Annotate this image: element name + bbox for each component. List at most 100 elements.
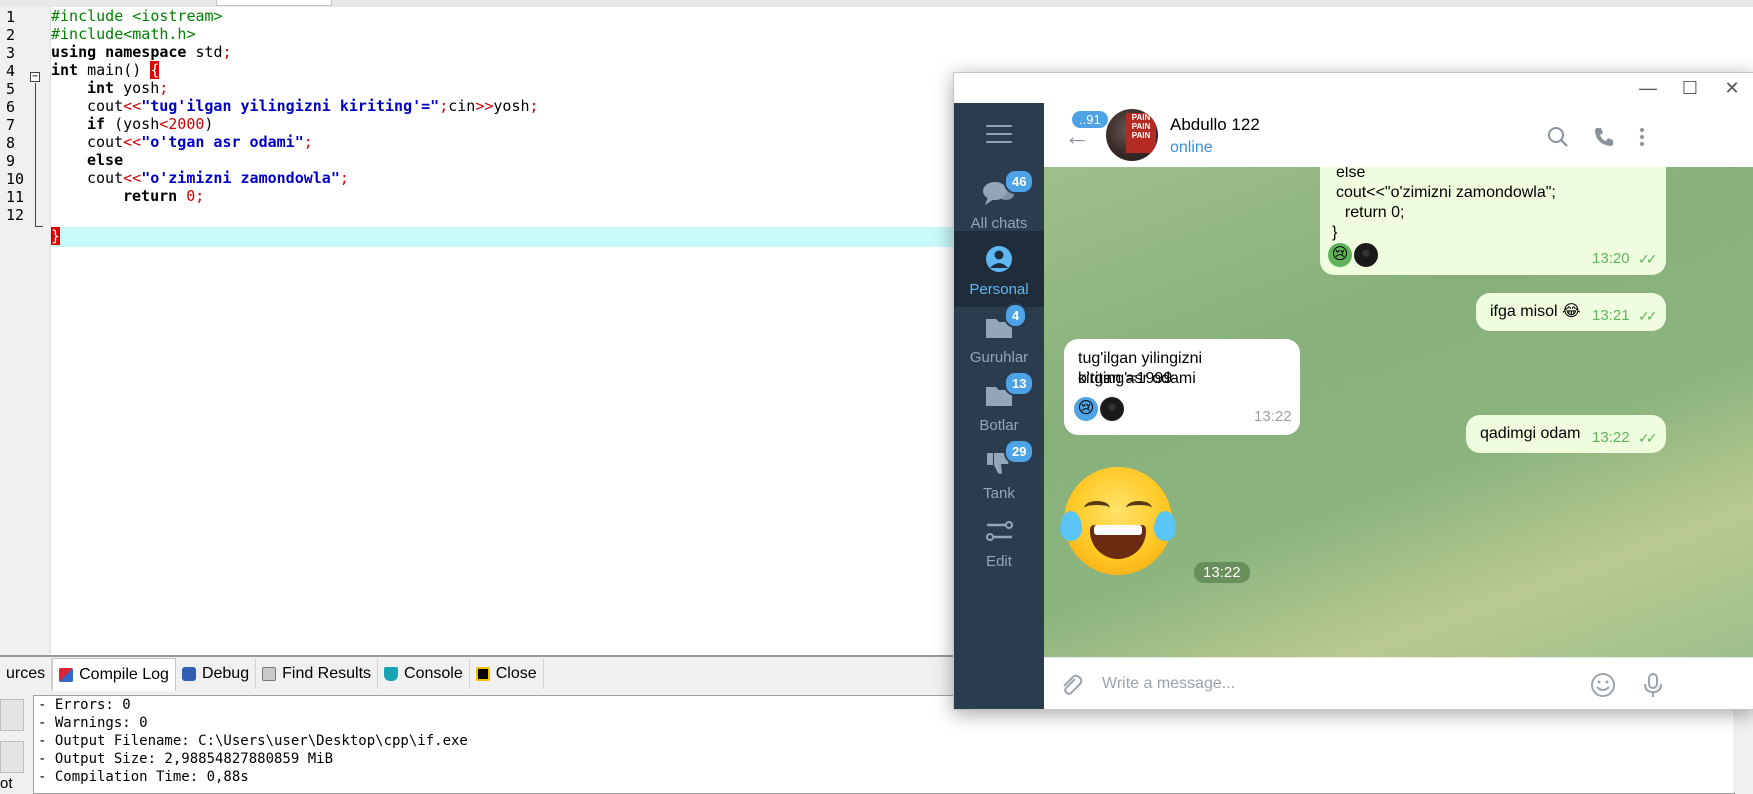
- unread-badge: 4: [1004, 303, 1028, 328]
- folder-label: Edit: [986, 553, 1012, 570]
- message-input[interactable]: [1100, 670, 1584, 698]
- folder-all-chats[interactable]: 46 All chats: [954, 165, 1044, 241]
- log-line: - Warnings: 0: [38, 715, 148, 731]
- tab-resources[interactable]: urces: [0, 659, 53, 689]
- message-bubble-outgoing[interactable]: qadimgi odam 13:22 ✓✓: [1466, 415, 1666, 453]
- line-number: 12: [6, 206, 25, 224]
- message-time: 13:21: [1592, 307, 1630, 324]
- reaction-crying[interactable]: 😢: [1074, 397, 1098, 421]
- laughing-sticker[interactable]: [1060, 467, 1176, 575]
- unread-badge: 29: [1004, 439, 1035, 464]
- attach-icon[interactable]: [1058, 672, 1084, 698]
- folder-tank[interactable]: 29 Tank: [954, 435, 1044, 511]
- unread-badge: 13: [1004, 371, 1035, 396]
- matching-brace: }: [51, 227, 61, 245]
- message-bubble-incoming[interactable]: tug'ilgan yilingizni kiriting'=1999 o'tg…: [1064, 339, 1300, 435]
- line-number: 4: [6, 62, 16, 80]
- reaction-crying[interactable]: 😢: [1328, 243, 1352, 267]
- message-time: 13:22: [1254, 408, 1292, 425]
- window-titlebar: — ☐ ✕: [954, 73, 1753, 103]
- file-tab[interactable]: [216, 0, 332, 6]
- side-label-fragment: ot: [0, 775, 13, 792]
- message-time: 13:20: [1592, 250, 1630, 267]
- code-line-7[interactable]: if (yosh<2000): [87, 115, 213, 135]
- line-number: 6: [6, 98, 16, 116]
- close-panel-icon: [475, 667, 490, 681]
- message-bubble-outgoing[interactable]: ifga misol 😂 13:21 ✓✓: [1476, 293, 1666, 331]
- tab-compile-log[interactable]: Compile Log: [52, 657, 176, 691]
- tab-debug[interactable]: Debug: [176, 659, 257, 689]
- avatar[interactable]: PAIN PAIN PAIN: [1106, 109, 1158, 161]
- code-line-11[interactable]: return 0;: [123, 187, 204, 207]
- read-ticks-icon: ✓✓: [1638, 308, 1658, 324]
- code-line-12[interactable]: }: [51, 227, 61, 247]
- person-icon: [986, 246, 1012, 272]
- side-button[interactable]: [0, 699, 24, 731]
- contact-name[interactable]: Abdullo 122: [1170, 115, 1260, 135]
- line-number: 10: [6, 170, 25, 188]
- line-number: 2: [6, 26, 16, 44]
- reaction-dark[interactable]: ⚫: [1100, 397, 1124, 421]
- code-line-5[interactable]: int yosh;: [87, 79, 168, 99]
- folder-label: Botlar: [979, 417, 1019, 434]
- message-time: 13:22: [1592, 429, 1630, 446]
- folder-label: Tank: [983, 485, 1015, 502]
- folder-edit[interactable]: Edit: [954, 503, 1044, 579]
- more-options-icon[interactable]: [1630, 125, 1654, 149]
- line-number: 11: [6, 188, 25, 206]
- message-bubble-outgoing[interactable]: else cout<<"o'zimizni zamondowla"; retur…: [1320, 167, 1666, 275]
- code-line-9[interactable]: else: [87, 151, 123, 171]
- contact-status: online: [1170, 139, 1213, 156]
- fold-guide: [35, 83, 36, 227]
- maximize-button[interactable]: ☐: [1678, 77, 1702, 99]
- line-number: 8: [6, 134, 16, 152]
- line-gutter: 1 2 3 4 5 6 7 8 9 10 11 12 −: [0, 7, 51, 655]
- message-text: else: [1336, 167, 1366, 181]
- code-line-10[interactable]: cout<<"o'zimizni zamondowla";: [87, 169, 349, 189]
- emoji-icon[interactable]: [1590, 672, 1616, 698]
- message-text: qadimgi odam: [1480, 425, 1581, 442]
- console-icon: [384, 667, 399, 681]
- edit-sliders-icon: [986, 521, 1013, 541]
- message-text: return 0;: [1336, 204, 1405, 221]
- folder-botlar[interactable]: 13 Botlar: [954, 367, 1044, 443]
- line-number: 5: [6, 80, 16, 98]
- code-line-2[interactable]: #include<math.h>: [51, 25, 196, 45]
- microphone-icon[interactable]: [1640, 672, 1666, 698]
- reaction-dark[interactable]: ⚫: [1354, 243, 1378, 267]
- fold-guide-end: [35, 226, 43, 227]
- unread-badge: 46: [1004, 169, 1035, 194]
- code-line-6[interactable]: cout<<"tug'ilgan yilingizni kiriting'=";…: [87, 97, 539, 117]
- find-results-icon: [262, 667, 277, 681]
- log-line: - Output Filename: C:\Users\user\Desktop…: [38, 733, 468, 749]
- matching-brace: {: [150, 61, 160, 79]
- read-ticks-icon: ✓✓: [1638, 251, 1658, 267]
- code-line-1[interactable]: #include <iostream>: [51, 7, 223, 27]
- folder-guruhlar[interactable]: 4 Guruhlar: [954, 299, 1044, 375]
- message-text: o'tgan asr odami: [1078, 370, 1196, 387]
- tab-close[interactable]: Close: [470, 659, 544, 689]
- line-number: 7: [6, 116, 16, 134]
- compile-log-icon: [59, 667, 74, 682]
- side-button[interactable]: [0, 741, 24, 773]
- fold-toggle-icon[interactable]: −: [30, 72, 40, 82]
- line-number: 1: [6, 8, 16, 26]
- reactions[interactable]: 😢 ⚫: [1074, 397, 1124, 421]
- folder-personal[interactable]: Personal: [954, 231, 1044, 307]
- tab-find-results[interactable]: Find Results: [256, 659, 379, 689]
- tab-console[interactable]: Console: [378, 659, 470, 689]
- close-window-button[interactable]: ✕: [1720, 77, 1744, 99]
- line-number: 3: [6, 44, 16, 62]
- minimize-button[interactable]: —: [1636, 77, 1660, 99]
- code-line-4[interactable]: int main() {: [51, 61, 160, 81]
- unread-badge: ..91: [1072, 111, 1108, 128]
- code-line-8[interactable]: cout<<"o'tgan asr odami";: [87, 133, 313, 153]
- chat-messages[interactable]: else cout<<"o'zimizni zamondowla"; retur…: [1044, 167, 1753, 657]
- menu-icon[interactable]: [986, 125, 1012, 145]
- code-line-3[interactable]: using namespace std;: [51, 43, 232, 63]
- line-number: 9: [6, 152, 16, 170]
- phone-icon[interactable]: [1592, 125, 1616, 149]
- debug-icon: [181, 667, 196, 681]
- reactions[interactable]: 😢 ⚫: [1328, 243, 1378, 267]
- search-icon[interactable]: [1546, 125, 1570, 149]
